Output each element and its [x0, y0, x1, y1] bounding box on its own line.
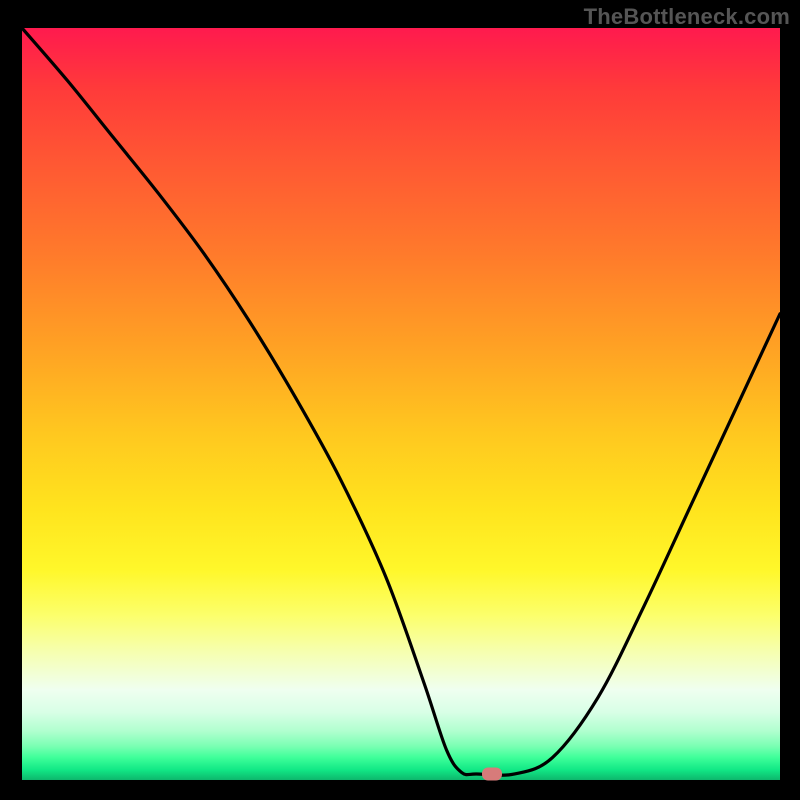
watermark-text: TheBottleneck.com: [584, 4, 790, 30]
bottleneck-curve: [22, 28, 780, 780]
chart-frame: TheBottleneck.com: [0, 0, 800, 800]
plot-area: [22, 28, 780, 780]
optimal-point-marker: [482, 767, 502, 780]
